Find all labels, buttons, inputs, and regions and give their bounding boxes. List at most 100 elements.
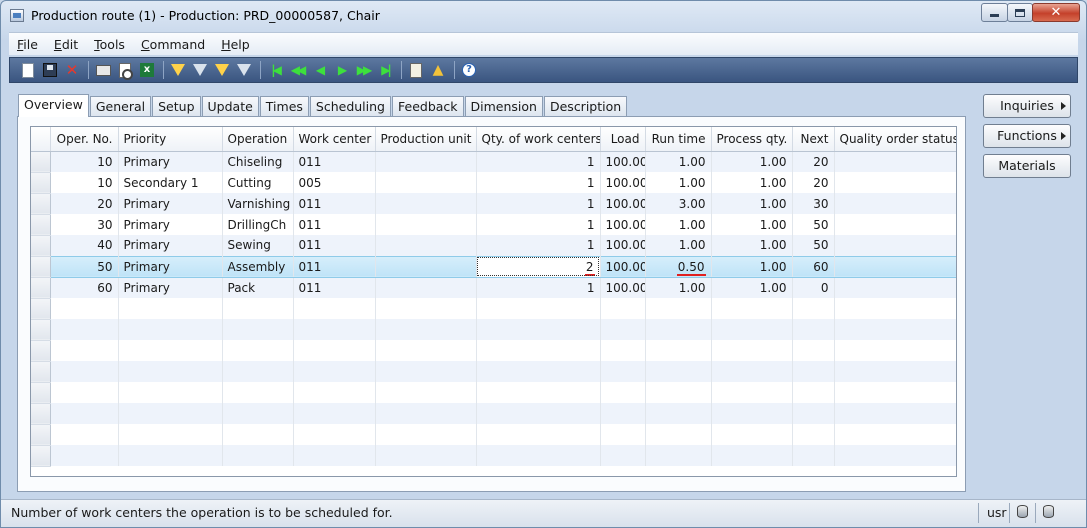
- empty-cell[interactable]: [293, 445, 376, 466]
- empty-cell[interactable]: [50, 424, 119, 445]
- cell-work-center[interactable]: 011: [293, 193, 376, 214]
- empty-cell[interactable]: [375, 382, 477, 403]
- tab-general[interactable]: General: [89, 96, 152, 116]
- empty-cell[interactable]: [118, 403, 223, 424]
- cell-work-center[interactable]: 011: [293, 235, 376, 256]
- empty-cell[interactable]: [222, 424, 294, 445]
- empty-cell[interactable]: [222, 403, 294, 424]
- tab-overview[interactable]: Overview: [18, 94, 89, 117]
- cell-production-unit[interactable]: [375, 151, 477, 172]
- empty-cell[interactable]: [600, 340, 646, 361]
- empty-cell[interactable]: [50, 445, 119, 466]
- maximize-button[interactable]: [1007, 3, 1033, 22]
- row-selector[interactable]: [31, 277, 51, 299]
- column-header-production-unit[interactable]: Production unit: [375, 127, 477, 152]
- cell-load[interactable]: 100.00: [600, 214, 646, 235]
- document-handling-icon[interactable]: [408, 62, 424, 78]
- cell-qty-work-centers-editing[interactable]: 2: [476, 255, 601, 278]
- empty-cell[interactable]: [222, 382, 294, 403]
- empty-cell[interactable]: [711, 424, 793, 445]
- cell-oper-no[interactable]: 60: [50, 277, 119, 298]
- empty-cell[interactable]: [711, 298, 793, 319]
- cell-quality-order-status[interactable]: [834, 255, 956, 278]
- cell-production-unit[interactable]: [375, 235, 477, 256]
- cell-process-qty[interactable]: 1.00: [711, 235, 793, 256]
- empty-cell[interactable]: [600, 319, 646, 340]
- empty-cell[interactable]: [792, 340, 835, 361]
- empty-cell[interactable]: [293, 361, 376, 382]
- menu-file[interactable]: File: [17, 37, 38, 52]
- cell-process-qty[interactable]: 1.00: [711, 172, 793, 193]
- cell-process-qty[interactable]: 1.00: [711, 193, 793, 214]
- empty-cell[interactable]: [375, 445, 477, 466]
- cell-production-unit[interactable]: [375, 172, 477, 193]
- cell-production-unit[interactable]: [375, 214, 477, 235]
- empty-cell[interactable]: [375, 298, 477, 319]
- row-selector[interactable]: [31, 256, 51, 278]
- cell-process-qty[interactable]: 1.00: [711, 151, 793, 172]
- empty-table-row[interactable]: [31, 424, 956, 446]
- cell-next[interactable]: 20: [792, 151, 835, 172]
- cell-oper-no[interactable]: 10: [50, 151, 119, 172]
- empty-cell[interactable]: [834, 403, 956, 424]
- column-header-work-center[interactable]: Work center: [293, 127, 376, 152]
- cell-process-qty[interactable]: 1.00: [711, 214, 793, 235]
- empty-cell[interactable]: [476, 424, 601, 445]
- empty-cell[interactable]: [645, 298, 712, 319]
- empty-table-row[interactable]: [31, 445, 956, 467]
- cell-load[interactable]: 100.00: [600, 151, 646, 172]
- cell-production-unit[interactable]: [375, 255, 477, 278]
- column-header-quality-order-status[interactable]: Quality order status: [834, 127, 956, 152]
- empty-cell[interactable]: [118, 340, 223, 361]
- tab-description[interactable]: Description: [543, 96, 628, 116]
- row-selector[interactable]: [31, 361, 51, 383]
- filter-by-grid-icon[interactable]: [192, 62, 208, 78]
- column-header-run-time[interactable]: Run time: [645, 127, 712, 152]
- table-row[interactable]: 10 Primary Chiseling 011 1 100.00 1.00 1…: [31, 151, 956, 173]
- empty-cell[interactable]: [792, 319, 835, 340]
- empty-cell[interactable]: [118, 319, 223, 340]
- cell-operation[interactable]: Assembly: [222, 255, 294, 278]
- tab-scheduling[interactable]: Scheduling: [309, 96, 391, 116]
- cell-process-qty[interactable]: 1.00: [711, 255, 793, 278]
- empty-cell[interactable]: [476, 361, 601, 382]
- cell-load[interactable]: 100.00: [600, 172, 646, 193]
- cell-oper-no[interactable]: 10: [50, 172, 119, 193]
- column-header-qty-work-centers[interactable]: Qty. of work centers: [476, 127, 601, 152]
- row-selector[interactable]: [31, 382, 51, 404]
- empty-cell[interactable]: [375, 361, 477, 382]
- empty-cell[interactable]: [375, 403, 477, 424]
- column-header-operation[interactable]: Operation: [222, 127, 294, 152]
- row-selector[interactable]: [31, 340, 51, 362]
- help-icon[interactable]: ?: [461, 62, 477, 78]
- advanced-filter-icon[interactable]: [214, 62, 230, 78]
- print-icon[interactable]: [95, 62, 111, 78]
- empty-cell[interactable]: [476, 403, 601, 424]
- next-record-icon[interactable]: ▶: [333, 62, 349, 78]
- empty-cell[interactable]: [645, 361, 712, 382]
- cell-work-center[interactable]: 011: [293, 214, 376, 235]
- database-icon[interactable]: [1043, 505, 1054, 518]
- cell-priority[interactable]: Primary: [118, 235, 223, 256]
- app-icon[interactable]: [10, 9, 24, 22]
- empty-cell[interactable]: [222, 340, 294, 361]
- empty-cell[interactable]: [711, 361, 793, 382]
- cell-quality-order-status[interactable]: [834, 214, 956, 235]
- cell-next[interactable]: 0: [792, 277, 835, 298]
- empty-cell[interactable]: [222, 445, 294, 466]
- cell-priority[interactable]: Primary: [118, 214, 223, 235]
- column-header-oper-no[interactable]: Oper. No.: [50, 127, 119, 152]
- cell-priority[interactable]: Primary: [118, 151, 223, 172]
- row-selector[interactable]: [31, 319, 51, 341]
- cell-work-center[interactable]: 011: [293, 151, 376, 172]
- row-selector[interactable]: [31, 172, 51, 194]
- empty-cell[interactable]: [375, 340, 477, 361]
- cell-quality-order-status[interactable]: [834, 151, 956, 172]
- empty-cell[interactable]: [476, 298, 601, 319]
- row-selector[interactable]: [31, 235, 51, 257]
- last-record-icon[interactable]: ▶|: [377, 62, 393, 78]
- empty-cell[interactable]: [834, 319, 956, 340]
- cell-priority[interactable]: Primary: [118, 255, 223, 278]
- cell-quality-order-status[interactable]: [834, 277, 956, 298]
- empty-cell[interactable]: [834, 382, 956, 403]
